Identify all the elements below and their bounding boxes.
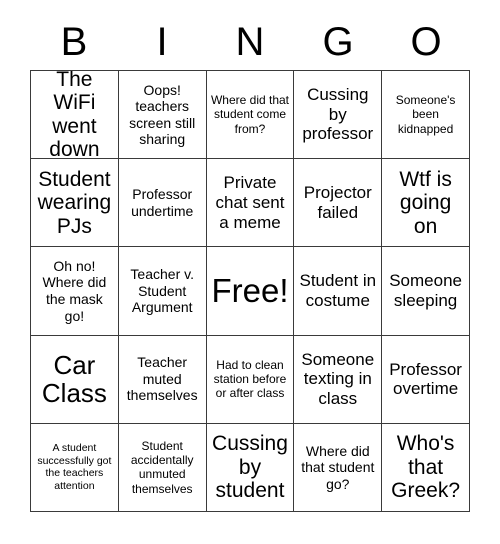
bingo-cell-text: Student wearing PJs <box>37 167 112 238</box>
bingo-cell-b5[interactable]: A student successfully got the teachers … <box>31 423 119 512</box>
bingo-cell-o5[interactable]: Who's that Greek? <box>382 423 470 512</box>
bingo-cell-text: Had to clean station before or after cla… <box>213 357 287 401</box>
bingo-cell-b4[interactable]: Car Class <box>31 335 119 424</box>
bingo-cell-text: Projector failed <box>303 183 372 222</box>
bingo-grid: The WiFi went down Oops! teachers screen… <box>30 70 470 512</box>
bingo-cell-text: A student successfully got the teachers … <box>37 441 112 493</box>
header-letter-o: O <box>410 20 442 64</box>
bingo-cell-b1[interactable]: The WiFi went down <box>31 71 119 160</box>
bingo-cell-b3[interactable]: Oh no! Where did the mask go! <box>31 247 119 336</box>
bingo-cell-o3[interactable]: Someone sleeping <box>382 247 470 336</box>
header-letter-i: I <box>156 20 168 64</box>
bingo-cell-text: Oops! teachers screen still sharing <box>129 81 196 148</box>
bingo-cell-text: Car Class <box>41 349 107 409</box>
bingo-cell-text: Student in costume <box>299 271 377 310</box>
bingo-cell-text: Someone sleeping <box>389 271 462 310</box>
bingo-header: B I N G O <box>30 14 470 70</box>
bingo-cell-text: Teacher v. Student Argument <box>130 266 194 316</box>
bingo-cell-text: Private chat sent a meme <box>215 173 285 232</box>
bingo-cell-i1[interactable]: Oops! teachers screen still sharing <box>118 71 207 160</box>
bingo-cell-g2[interactable]: Projector failed <box>294 159 383 248</box>
bingo-cell-n4[interactable]: Had to clean station before or after cla… <box>206 335 295 424</box>
bingo-cell-text: Someone texting in class <box>301 349 375 408</box>
bingo-cell-text: Where did that student come from? <box>210 93 290 136</box>
bingo-cell-o2[interactable]: Wtf is going on <box>382 159 470 248</box>
bingo-cell-text: Someone's been kidnapped <box>395 93 456 136</box>
bingo-cell-text: Cussing by student <box>212 432 288 503</box>
bingo-cell-g5[interactable]: Where did that student go? <box>294 423 383 512</box>
bingo-cell-text: Who's that Greek? <box>391 432 461 503</box>
bingo-cell-n1[interactable]: Where did that student come from? <box>206 71 295 160</box>
bingo-cell-g4[interactable]: Someone texting in class <box>294 335 383 424</box>
bingo-cell-free-space[interactable]: Free! <box>206 247 295 336</box>
bingo-cell-o1[interactable]: Someone's been kidnapped <box>382 71 470 160</box>
bingo-cell-text: Oh no! Where did the mask go! <box>42 257 107 324</box>
bingo-cell-text: Professor overtime <box>389 359 462 399</box>
bingo-cell-text: Student accidentally unmuted themselves <box>130 438 194 496</box>
bingo-cell-i2[interactable]: Professor undertime <box>118 159 207 248</box>
bingo-cell-i5[interactable]: Student accidentally unmuted themselves <box>118 423 207 512</box>
bingo-cell-text: Teacher muted themselves <box>126 354 198 404</box>
bingo-cell-g1[interactable]: Cussing by professor <box>294 71 383 160</box>
header-letter-n: N <box>235 20 265 64</box>
bingo-cell-o4[interactable]: Professor overtime <box>382 335 470 424</box>
bingo-cell-i4[interactable]: Teacher muted themselves <box>118 335 207 424</box>
bingo-cell-n5[interactable]: Cussing by student <box>206 423 295 512</box>
header-letter-b: B <box>60 20 88 64</box>
bingo-cell-text: Cussing by professor <box>302 85 374 144</box>
bingo-card: B I N G O The WiFi went down Oops! teach… <box>0 0 500 544</box>
free-space-label: Free! <box>211 272 289 310</box>
header-letter-g: G <box>322 20 354 64</box>
bingo-cell-text: Professor undertime <box>131 186 194 219</box>
bingo-cell-text: Wtf is going on <box>399 167 452 238</box>
bingo-cell-i3[interactable]: Teacher v. Student Argument <box>118 247 207 336</box>
bingo-cell-text: The WiFi went down <box>49 71 100 160</box>
bingo-cell-n2[interactable]: Private chat sent a meme <box>206 159 295 248</box>
bingo-cell-g3[interactable]: Student in costume <box>294 247 383 336</box>
bingo-cell-text: Where did that student go? <box>301 442 375 492</box>
bingo-cell-b2[interactable]: Student wearing PJs <box>31 159 119 248</box>
